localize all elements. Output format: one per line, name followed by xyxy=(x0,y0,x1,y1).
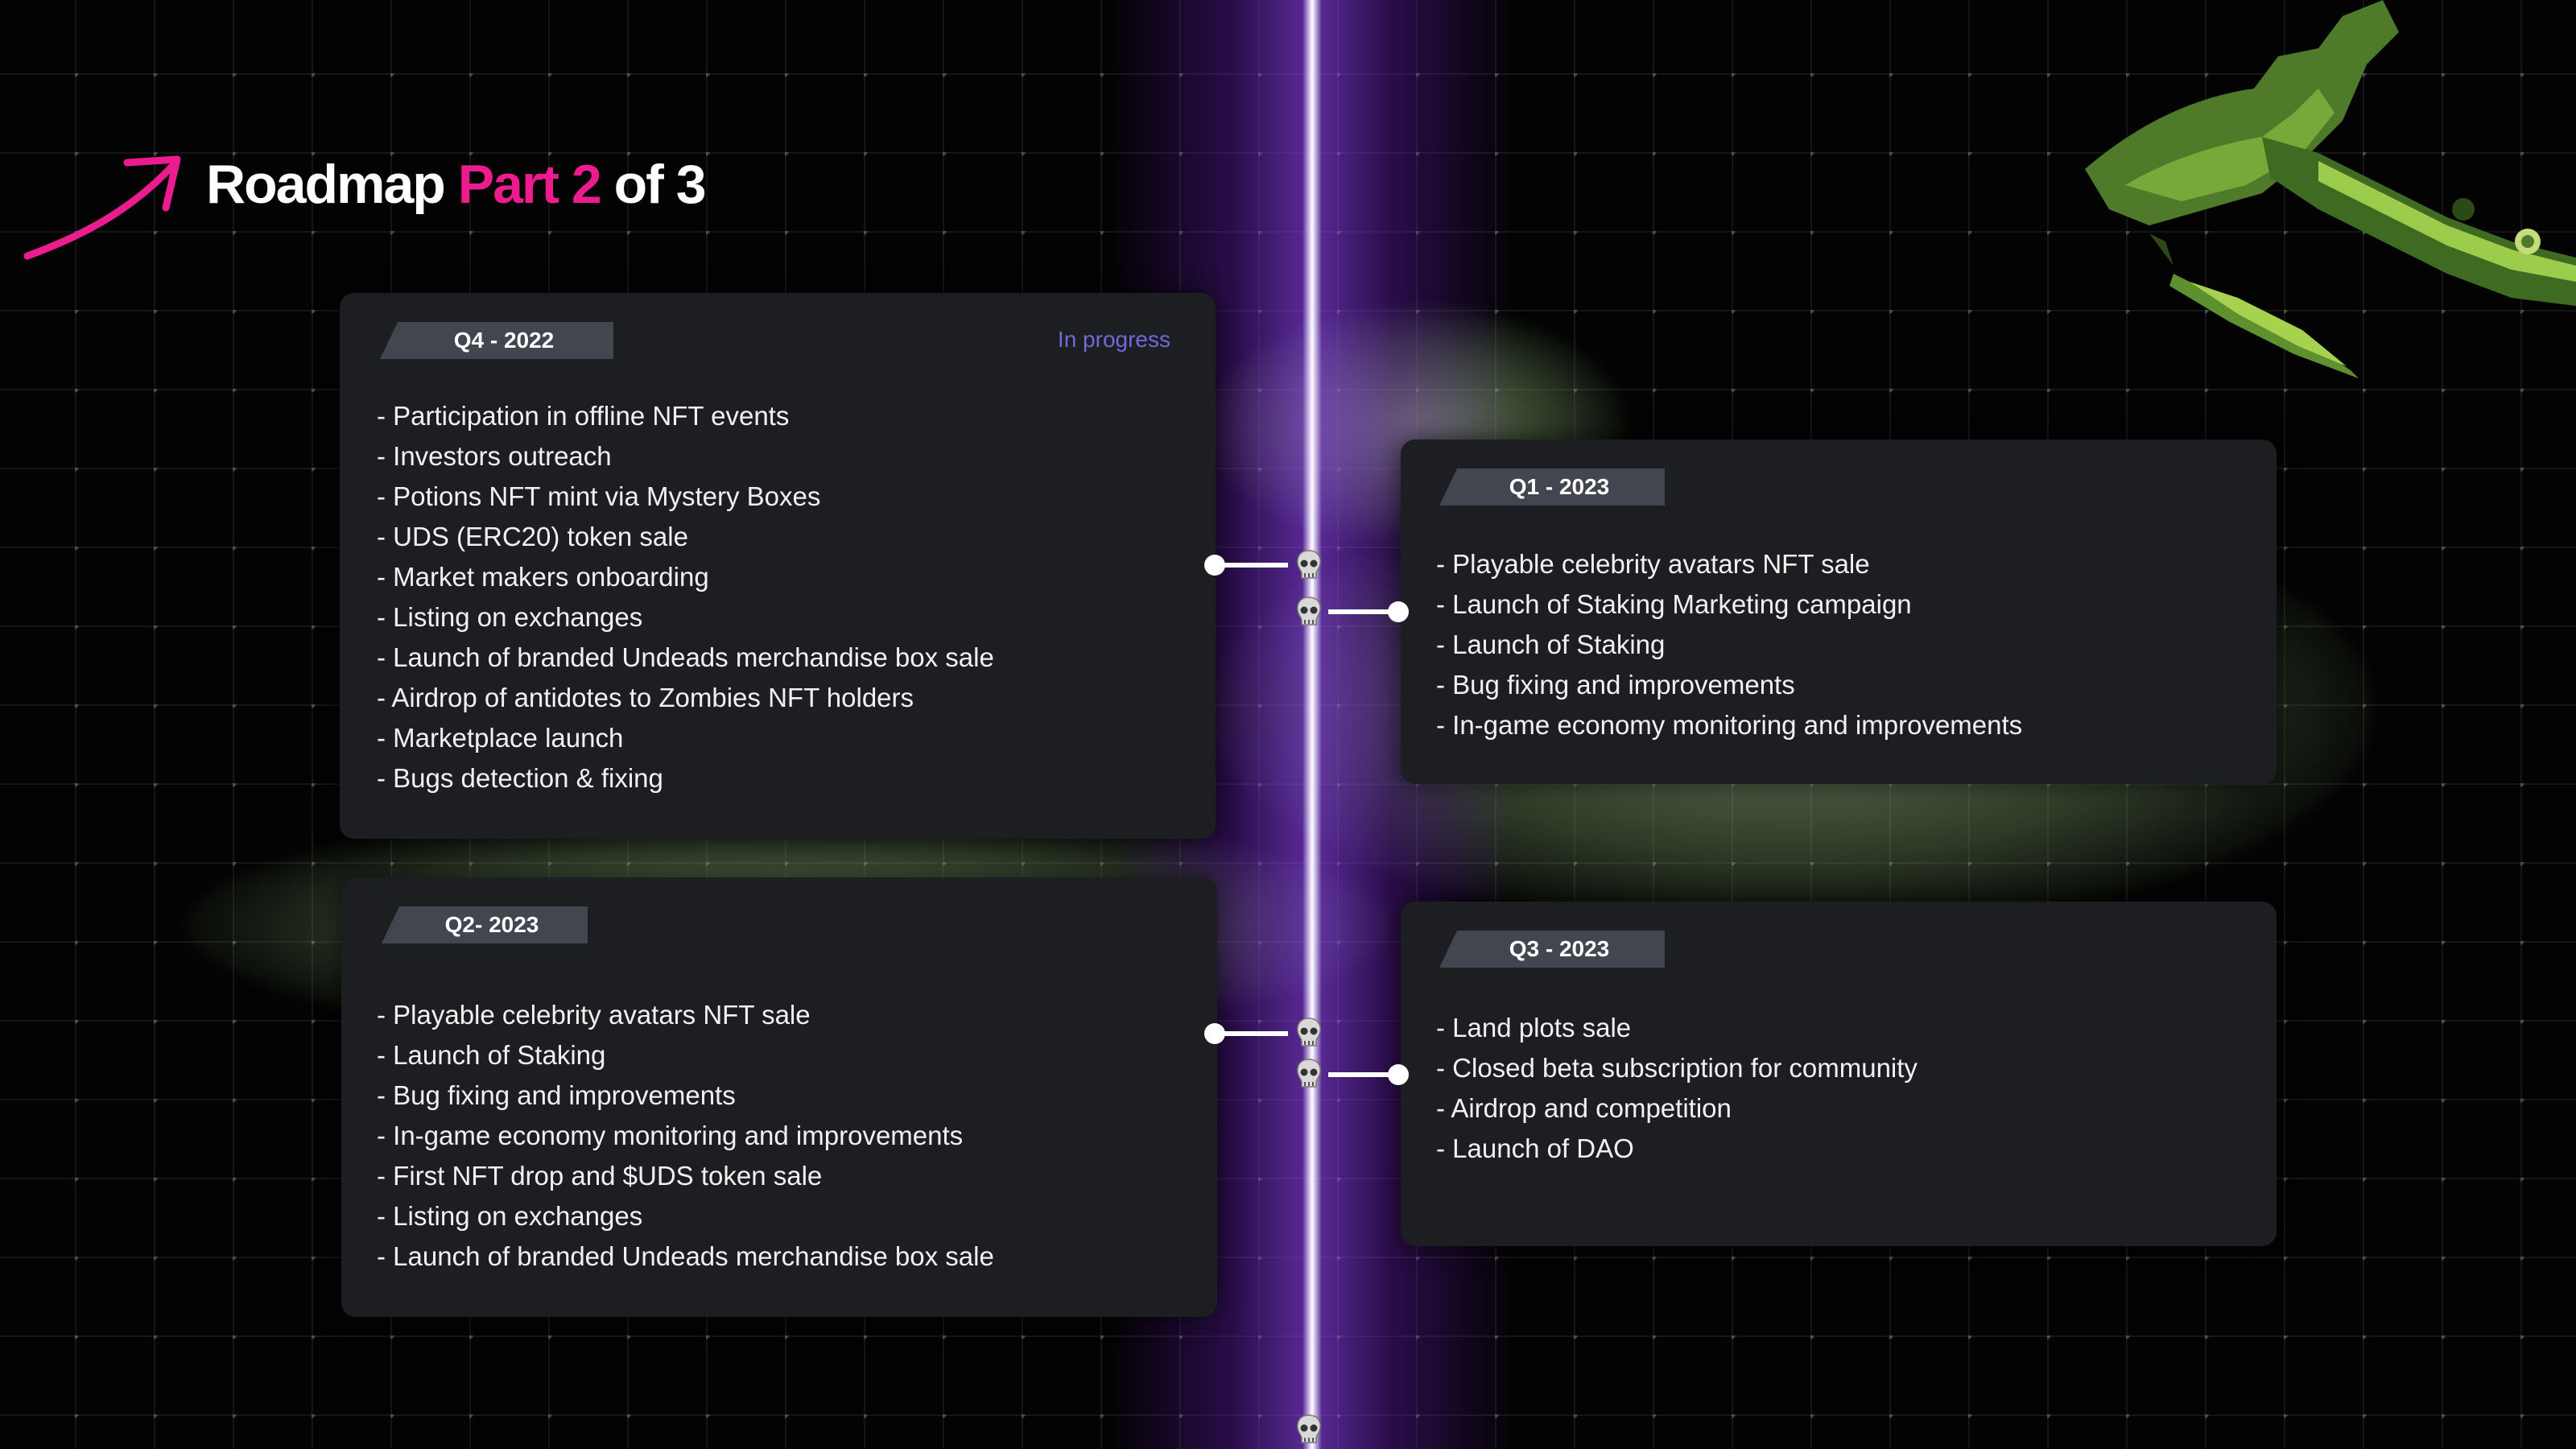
list-item: - Market makers onboarding xyxy=(377,562,709,592)
connector-line xyxy=(1214,563,1288,568)
list-item: - Launch of Staking xyxy=(377,1040,606,1070)
list-item: - Launch of Staking xyxy=(1436,630,1666,659)
skull-icon xyxy=(1297,597,1321,625)
list-item: - Listing on exchanges xyxy=(377,1201,643,1231)
list-item: - Launch of branded Undeads merchandise … xyxy=(377,1241,994,1271)
list-item: - Bug fixing and improvements xyxy=(377,1080,736,1110)
list-item: - Playable celebrity avatars NFT sale xyxy=(377,1000,811,1030)
arrow-icon xyxy=(23,155,181,260)
list-item: - Bug fixing and improvements xyxy=(1436,670,1795,700)
list-item: - In-game economy monitoring and improve… xyxy=(377,1121,964,1150)
roadmap-card-q1-2023: Q1 - 2023 - Playable celebrity avatars N… xyxy=(1401,440,2277,784)
list-item: - Marketplace launch xyxy=(377,723,624,753)
monster-claw-illustration xyxy=(2085,0,2576,378)
connector-line xyxy=(1214,1031,1288,1036)
skull-icon xyxy=(1297,1059,1321,1088)
roadmap-card-q4-2022: Q4 - 2022 In progress - Participation in… xyxy=(340,293,1216,839)
status-badge: In progress xyxy=(1057,327,1170,352)
period-tag: Q1 - 2023 xyxy=(1439,469,1665,506)
list-item: - First NFT drop and $UDS token sale xyxy=(377,1161,823,1191)
list-item: - Listing on exchanges xyxy=(377,602,643,632)
list-item: - Launch of Staking Marketing campaign xyxy=(1436,589,1912,619)
list-item: - UDS (ERC20) token sale xyxy=(377,522,688,551)
list-item: - Participation in offline NFT events xyxy=(377,401,790,431)
title-accent: Part 2 xyxy=(457,154,602,215)
list-item: - In-game economy monitoring and improve… xyxy=(1436,710,2023,740)
title-suffix: of 3 xyxy=(613,154,707,215)
list-item: - Airdrop and competition xyxy=(1436,1093,1732,1123)
list-item: - Airdrop of antidotes to Zombies NFT ho… xyxy=(377,683,914,712)
milestone-list: - Land plots sale - Closed beta subscrip… xyxy=(1436,1008,1918,1169)
title-prefix: Roadmap xyxy=(206,154,446,215)
roadmap-card-q2-2023: Q2- 2023 - Playable celebrity avatars NF… xyxy=(341,877,1217,1317)
page-title: Roadmap Part 2 of 3 xyxy=(206,153,707,216)
list-item: - Bugs detection & fixing xyxy=(377,763,663,793)
roadmap-card-q3-2023: Q3 - 2023 - Land plots sale - Closed bet… xyxy=(1401,902,2277,1246)
list-item: - Investors outreach xyxy=(377,441,612,471)
period-tag: Q2- 2023 xyxy=(382,906,588,943)
timeline-beam xyxy=(1302,0,1322,1449)
list-item: - Launch of branded Undeads merchandise … xyxy=(377,642,994,672)
milestone-list: - Playable celebrity avatars NFT sale - … xyxy=(377,995,994,1277)
skull-icon xyxy=(1297,1018,1321,1046)
list-item: - Potions NFT mint via Mystery Boxes xyxy=(377,481,821,511)
period-tag: Q3 - 2023 xyxy=(1439,931,1665,968)
period-tag: Q4 - 2022 xyxy=(380,322,613,359)
connector-dot xyxy=(1388,601,1409,622)
milestone-list: - Playable celebrity avatars NFT sale - … xyxy=(1436,544,2022,745)
list-item: - Launch of DAO xyxy=(1436,1133,1634,1163)
connector-dot xyxy=(1388,1064,1409,1085)
milestone-list: - Participation in offline NFT events - … xyxy=(377,396,994,799)
list-item: - Playable celebrity avatars NFT sale xyxy=(1436,549,1870,579)
list-item: - Land plots sale xyxy=(1436,1013,1632,1042)
skull-icon xyxy=(1297,550,1321,579)
list-item: - Closed beta subscription for community xyxy=(1436,1053,1918,1083)
skull-icon xyxy=(1297,1414,1321,1443)
